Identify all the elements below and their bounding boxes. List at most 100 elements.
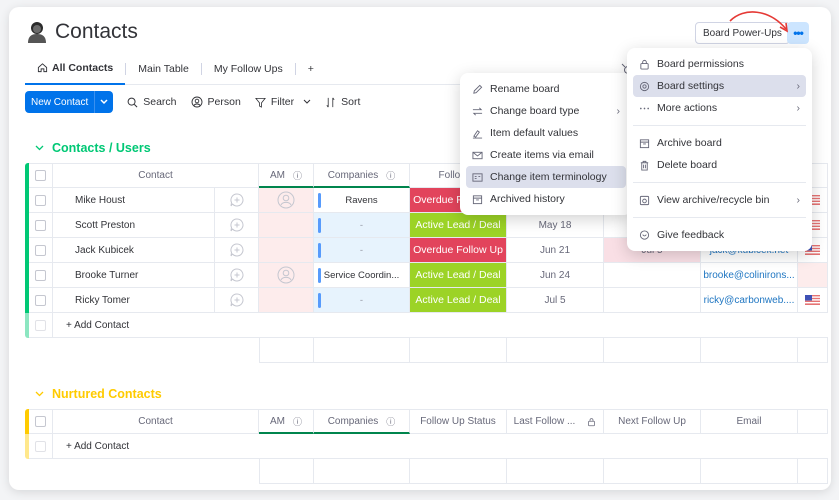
- chevron-down-icon[interactable]: [95, 99, 113, 105]
- add-update-icon[interactable]: [229, 293, 244, 307]
- group-header-nurtured-contacts[interactable]: Nurtured Contacts: [35, 387, 162, 401]
- tab-main-table[interactable]: Main Table: [126, 53, 201, 85]
- info-icon[interactable]: ⓘ: [386, 169, 395, 182]
- menu-item-label: Create items via email: [490, 149, 594, 161]
- table-cell: [215, 188, 259, 213]
- company-link[interactable]: -: [318, 215, 405, 235]
- column-header-am[interactable]: AM: [270, 170, 285, 181]
- menu-item-board-settings[interactable]: Board settings ›: [633, 75, 806, 97]
- column-header-am[interactable]: AM: [270, 416, 285, 427]
- menu-item-archive-board[interactable]: Archive board: [633, 132, 806, 154]
- gear-icon: [639, 81, 650, 91]
- menu-divider: [633, 217, 806, 218]
- search-button[interactable]: Search: [127, 96, 177, 108]
- contact-name[interactable]: Ricky Tomer: [75, 295, 130, 306]
- tab-my-follow-ups[interactable]: My Follow Ups: [202, 53, 295, 85]
- company-link[interactable]: -: [318, 240, 405, 260]
- add-contact-input[interactable]: + Add Contact: [53, 434, 828, 459]
- chevron-down-icon[interactable]: [35, 145, 44, 151]
- column-header-follow-up-status[interactable]: Follow Up Status: [420, 416, 496, 427]
- add-update-icon[interactable]: [229, 218, 244, 232]
- summary-left-edge: [259, 338, 260, 363]
- column-header-companies[interactable]: Companies: [328, 416, 379, 427]
- row-checkbox[interactable]: [35, 219, 46, 231]
- column-header-next-follow-up[interactable]: Next Follow Up: [618, 416, 686, 427]
- row-checkbox[interactable]: [35, 269, 46, 281]
- menu-item-change-item-terminology[interactable]: Change item terminology: [466, 166, 626, 188]
- person-filter-button[interactable]: Person: [191, 96, 241, 108]
- new-contact-button[interactable]: New Contact: [25, 91, 114, 113]
- summary-cell: [701, 338, 798, 363]
- contact-name[interactable]: Jack Kubicek: [75, 245, 134, 256]
- status-text: Active Lead / Deal: [415, 294, 501, 306]
- sort-button[interactable]: Sort: [325, 96, 360, 108]
- tab-label: +: [307, 62, 314, 75]
- menu-item-view-archive-recycle-bin[interactable]: View archive/recycle bin ›: [633, 189, 806, 211]
- summary-cell: [604, 459, 701, 484]
- column-header-last-follow[interactable]: Last Follow ...: [514, 416, 576, 427]
- info-icon[interactable]: ⓘ: [293, 169, 302, 182]
- menu-item-give-feedback[interactable]: Give feedback: [633, 224, 806, 246]
- company-link[interactable]: -: [318, 290, 405, 310]
- table-cell: -: [314, 238, 410, 263]
- menu-item-delete-board[interactable]: Delete board: [633, 154, 806, 176]
- add-update-icon[interactable]: [229, 243, 244, 257]
- header-cell: AM ⓘ: [259, 409, 314, 434]
- add-contact-row[interactable]: + Add Contact: [29, 313, 828, 338]
- email-link[interactable]: brooke@colinirons...: [703, 270, 794, 281]
- table-row[interactable]: Brooke Turner Service Coordin... Active Le…: [29, 263, 828, 288]
- menu-item-item-default-values[interactable]: Item default values: [466, 122, 626, 144]
- column-header-contact[interactable]: Contact: [138, 170, 172, 181]
- chevron-down-icon[interactable]: [303, 99, 311, 105]
- menu-item-board-permissions[interactable]: Board permissions: [633, 53, 806, 75]
- board-options-menu: Board permissions Board settings › More …: [627, 48, 812, 251]
- info-icon[interactable]: ⓘ: [293, 415, 302, 428]
- swap-icon: [472, 107, 483, 115]
- contact-name[interactable]: Scott Preston: [75, 220, 135, 231]
- add-update-icon[interactable]: [229, 268, 244, 282]
- tab-all-contacts[interactable]: All Contacts: [25, 53, 126, 85]
- search-icon: [127, 97, 138, 107]
- group-header-contacts-users[interactable]: Contacts / Users: [35, 141, 151, 155]
- add-contact-row[interactable]: + Add Contact: [29, 434, 828, 459]
- menu-item-rename-board[interactable]: Rename board: [466, 78, 626, 100]
- company-link[interactable]: Service Coordin...: [318, 266, 405, 285]
- table-cell: [29, 288, 53, 313]
- add-contact-input[interactable]: + Add Contact: [53, 313, 828, 338]
- email-link[interactable]: ricky@carbonweb....: [704, 295, 795, 306]
- menu-item-label: Item default values: [490, 127, 579, 139]
- person-avatar-icon[interactable]: [277, 191, 295, 209]
- table-row[interactable]: Ricky Tomer - Active Lead / Deal Jul 5 ricky…: [29, 288, 828, 313]
- header-cell: [29, 163, 53, 188]
- info-icon[interactable]: ⓘ: [386, 415, 395, 428]
- table-cell: -: [314, 213, 410, 238]
- follow-up-status-label[interactable]: Active Lead / Deal: [410, 263, 506, 287]
- company-link[interactable]: Ravens: [318, 191, 405, 210]
- column-header-contact[interactable]: Contact: [138, 416, 172, 427]
- menu-item-label: Delete board: [657, 159, 718, 171]
- row-checkbox[interactable]: [35, 294, 46, 306]
- contact-name[interactable]: Mike Houst: [75, 195, 125, 206]
- follow-up-status-label[interactable]: Active Lead / Deal: [410, 213, 506, 237]
- summary-cell: [259, 338, 314, 363]
- follow-up-status-label[interactable]: Overdue Follow Up: [410, 238, 506, 262]
- menu-item-archived-history[interactable]: Archived history: [466, 188, 626, 210]
- column-header-companies[interactable]: Companies: [328, 170, 379, 181]
- add-view-button[interactable]: +: [296, 53, 326, 85]
- select-all-checkbox[interactable]: [35, 170, 46, 181]
- chevron-down-icon[interactable]: [35, 391, 44, 397]
- add-update-icon[interactable]: [229, 193, 244, 207]
- tab-label: All Contacts: [52, 61, 114, 74]
- last-follow-date: Jul 5: [544, 294, 566, 306]
- filter-button[interactable]: Filter: [254, 96, 311, 108]
- row-checkbox[interactable]: [35, 194, 46, 206]
- row-checkbox[interactable]: [35, 244, 46, 256]
- menu-item-create-items-via-email[interactable]: Create items via email: [466, 144, 626, 166]
- menu-item-more-actions[interactable]: More actions ›: [633, 97, 806, 119]
- contact-name[interactable]: Brooke Turner: [75, 270, 138, 281]
- follow-up-status-label[interactable]: Active Lead / Deal: [410, 288, 506, 312]
- column-header-email[interactable]: Email: [736, 416, 761, 427]
- menu-item-change-board-type[interactable]: Change board type ›: [466, 100, 626, 122]
- person-avatar-icon[interactable]: [277, 266, 295, 284]
- select-all-checkbox[interactable]: [35, 416, 46, 427]
